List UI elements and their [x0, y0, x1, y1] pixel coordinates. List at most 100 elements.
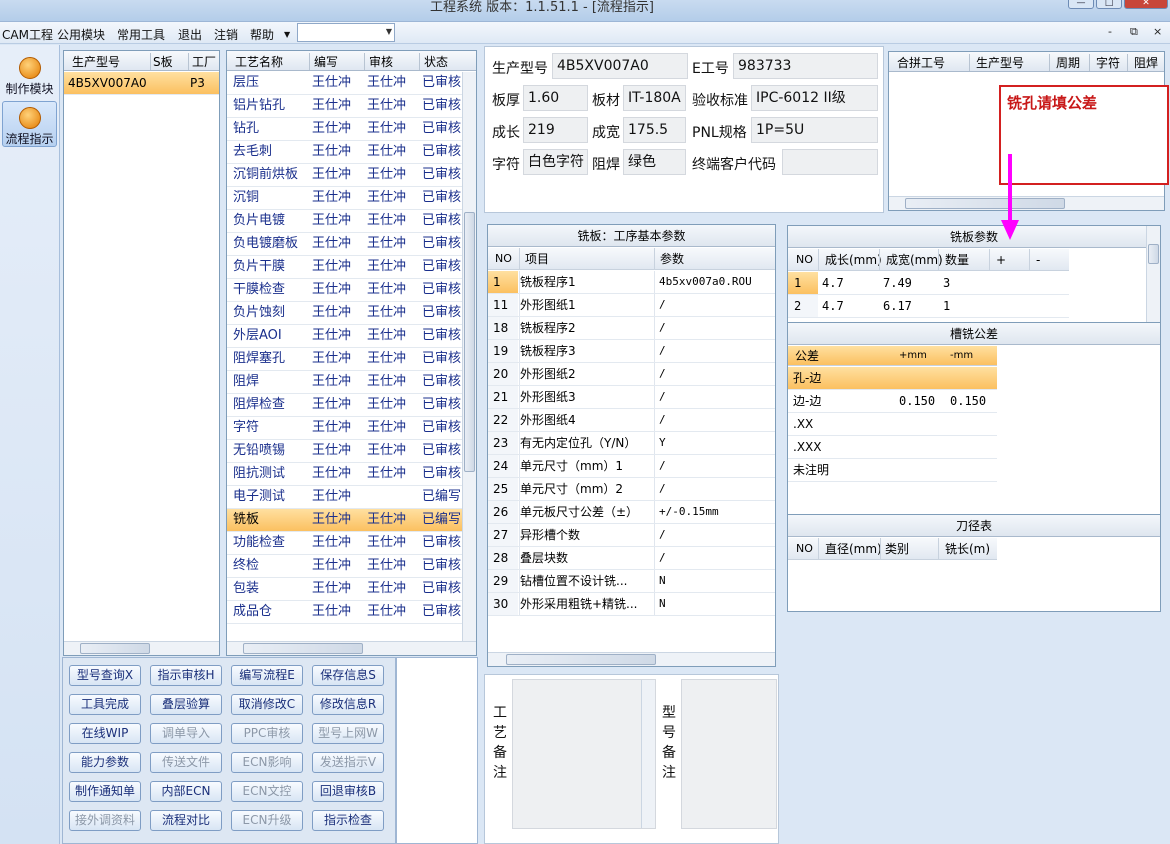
menu-exit[interactable]: 退出	[178, 26, 202, 43]
action-button[interactable]: 取消修改C	[231, 694, 303, 715]
action-button[interactable]: 回退审核B	[312, 781, 384, 802]
action-button[interactable]: 发送指示V	[312, 752, 384, 773]
table-row[interactable]: 1 4.7 7.49 3	[788, 272, 1069, 295]
action-button[interactable]: 保存信息S	[312, 665, 384, 686]
table-row[interactable]: 成品仓 王仕冲 王仕冲 已审核	[227, 601, 462, 624]
scroll-thumb[interactable]	[905, 198, 1065, 209]
char-field[interactable]: 白色字符	[523, 149, 588, 175]
table-row[interactable]: 27 异形槽个数 /	[488, 524, 775, 547]
col-tolerance[interactable]: 公差	[795, 346, 819, 366]
col-plus[interactable]: +	[989, 249, 1006, 271]
action-button[interactable]: 能力参数	[69, 752, 141, 773]
table-row[interactable]: 未注明	[788, 459, 997, 482]
table-row[interactable]: 21 外形图纸3/	[488, 386, 775, 409]
scroll-thumb[interactable]	[506, 654, 656, 665]
menu-help[interactable]: 帮助	[250, 26, 274, 43]
horizontal-scrollbar[interactable]	[64, 641, 219, 655]
col-merge-mask[interactable]: 阻焊	[1127, 54, 1158, 71]
menu-dropdown-icon[interactable]: ▼	[284, 30, 290, 39]
action-button[interactable]: ECN文控	[231, 781, 303, 802]
table-row[interactable]: 20 外形图纸2/	[488, 363, 775, 386]
col-status[interactable]: 状态	[419, 53, 448, 70]
vertical-scrollbar[interactable]	[641, 680, 655, 828]
mdi-minimize-icon[interactable]: -	[1108, 25, 1112, 38]
table-row[interactable]: 负片电镀 王仕冲 王仕冲 已审核	[227, 210, 462, 233]
table-row[interactable]: 29 钻槽位置不设计铣... N	[488, 570, 775, 593]
sidebar-item-flow-indicator[interactable]: 流程指示	[2, 101, 57, 147]
model-remark-textarea[interactable]	[681, 679, 777, 829]
model-field[interactable]: 4B5XV007A0	[552, 53, 688, 79]
table-row[interactable]: 边-边 0.150 0.150	[788, 390, 997, 413]
table-row[interactable]: 字符 王仕冲 王仕冲 已审核	[227, 417, 462, 440]
action-button[interactable]: ECN影响	[231, 752, 303, 773]
horizontal-scrollbar[interactable]	[227, 641, 476, 655]
table-row[interactable]: 25 单元尺寸（mm）2/	[488, 478, 775, 501]
table-row[interactable]: 铣板 王仕冲 王仕冲 已编写	[227, 509, 462, 532]
horizontal-scrollbar[interactable]	[488, 652, 775, 666]
col-param[interactable]: 参数	[654, 248, 684, 270]
menu-logout[interactable]: 注销	[214, 26, 238, 43]
table-row[interactable]: 30 外形采用粗铣+精铣... N	[488, 593, 775, 616]
table-row[interactable]: 阻抗测试 王仕冲 王仕冲 已审核	[227, 463, 462, 486]
col-writer[interactable]: 编写	[309, 53, 338, 70]
table-row[interactable]: 钻孔 王仕冲 王仕冲 已审核	[227, 118, 462, 141]
action-button[interactable]: 型号查询X	[69, 665, 141, 686]
width-field[interactable]: 175.5	[623, 117, 686, 143]
mdi-close-icon[interactable]: ×	[1153, 25, 1162, 38]
thickness-field[interactable]: 1.60	[523, 85, 588, 111]
action-button[interactable]: 型号上网W	[312, 723, 384, 744]
col-factory[interactable]: 工厂	[188, 53, 216, 70]
table-row[interactable]: 18 铣板程序2/	[488, 317, 775, 340]
toolbar-combo[interactable]: ▼	[297, 23, 395, 42]
action-button[interactable]: ECN升级	[231, 810, 303, 831]
col-length[interactable]: 成长(mm)	[818, 249, 882, 271]
action-button[interactable]: 指示审核H	[150, 665, 222, 686]
vertical-scrollbar[interactable]	[1146, 226, 1160, 322]
combo-arrow-icon[interactable]: ▼	[386, 27, 392, 36]
table-row[interactable]: 外层AOI 王仕冲 王仕冲 已审核	[227, 325, 462, 348]
mdi-restore-icon[interactable]: ⧉	[1130, 25, 1138, 39]
table-row[interactable]: 干膜检查 王仕冲 王仕冲 已审核	[227, 279, 462, 302]
eng-field[interactable]: 983733	[733, 53, 878, 79]
col-process-name[interactable]: 工艺名称	[235, 53, 283, 70]
col-mill-length[interactable]: 铣长(m)	[938, 538, 990, 560]
mask-field[interactable]: 绿色	[623, 149, 686, 175]
table-row[interactable]: 负片蚀刻 王仕冲 王仕冲 已审核	[227, 302, 462, 325]
action-button[interactable]: 内部ECN	[150, 781, 222, 802]
table-row[interactable]: 阻焊塞孔 王仕冲 王仕冲 已审核	[227, 348, 462, 371]
table-row[interactable]: 19 铣板程序3/	[488, 340, 775, 363]
table-row[interactable]: 4B5XV007A0 P3	[64, 72, 219, 95]
standard-field[interactable]: IPC-6012 II级	[751, 85, 878, 111]
table-row[interactable]: 功能检查 王仕冲 王仕冲 已审核	[227, 532, 462, 555]
action-button[interactable]: 接外调资料	[69, 810, 141, 831]
action-button[interactable]: 修改信息R	[312, 694, 384, 715]
col-no[interactable]: NO	[796, 249, 813, 271]
col-merge-cycle[interactable]: 周期	[1049, 54, 1080, 71]
minimize-button[interactable]: —	[1068, 0, 1094, 9]
menu-cam[interactable]: CAM工程	[2, 26, 53, 43]
action-button[interactable]: 在线WIP	[69, 723, 141, 744]
horizontal-scrollbar[interactable]	[889, 196, 1164, 210]
col-merge-no[interactable]: 合拼工号	[897, 54, 945, 71]
col-type[interactable]: 类别	[880, 538, 909, 560]
table-row[interactable]: 负电镀磨板 王仕冲 王仕冲 已审核	[227, 233, 462, 256]
table-row[interactable]: 11 外形图纸1/	[488, 294, 775, 317]
table-row[interactable]: 沉铜前烘板 王仕冲 王仕冲 已审核	[227, 164, 462, 187]
table-row[interactable]: .XX	[788, 413, 997, 436]
table-row[interactable]: 阻焊 王仕冲 王仕冲 已审核	[227, 371, 462, 394]
customer-field[interactable]	[782, 149, 878, 175]
table-row[interactable]: 28 叠层块数 /	[488, 547, 775, 570]
sidebar-item-make-module[interactable]: 制作模块	[2, 52, 57, 98]
col-diameter[interactable]: 直径(mm)	[818, 538, 882, 560]
table-row[interactable]: 铝片钻孔 王仕冲 王仕冲 已审核	[227, 95, 462, 118]
scroll-thumb[interactable]	[1148, 244, 1159, 264]
col-plus-mm[interactable]: +mm	[899, 346, 927, 366]
col-s[interactable]: S板	[150, 53, 173, 70]
col-qty[interactable]: 数量	[938, 249, 969, 271]
action-button[interactable]: 叠层验算	[150, 694, 222, 715]
table-row[interactable]: 去毛刺 王仕冲 王仕冲 已审核	[227, 141, 462, 164]
col-reviewer[interactable]: 审核	[364, 53, 393, 70]
table-row[interactable]: 阻焊检查 王仕冲 王仕冲 已审核	[227, 394, 462, 417]
table-row[interactable]: 1 铣板程序1 4b5xv007a0.ROU	[488, 271, 775, 294]
col-minus-mm[interactable]: -mm	[950, 346, 973, 366]
